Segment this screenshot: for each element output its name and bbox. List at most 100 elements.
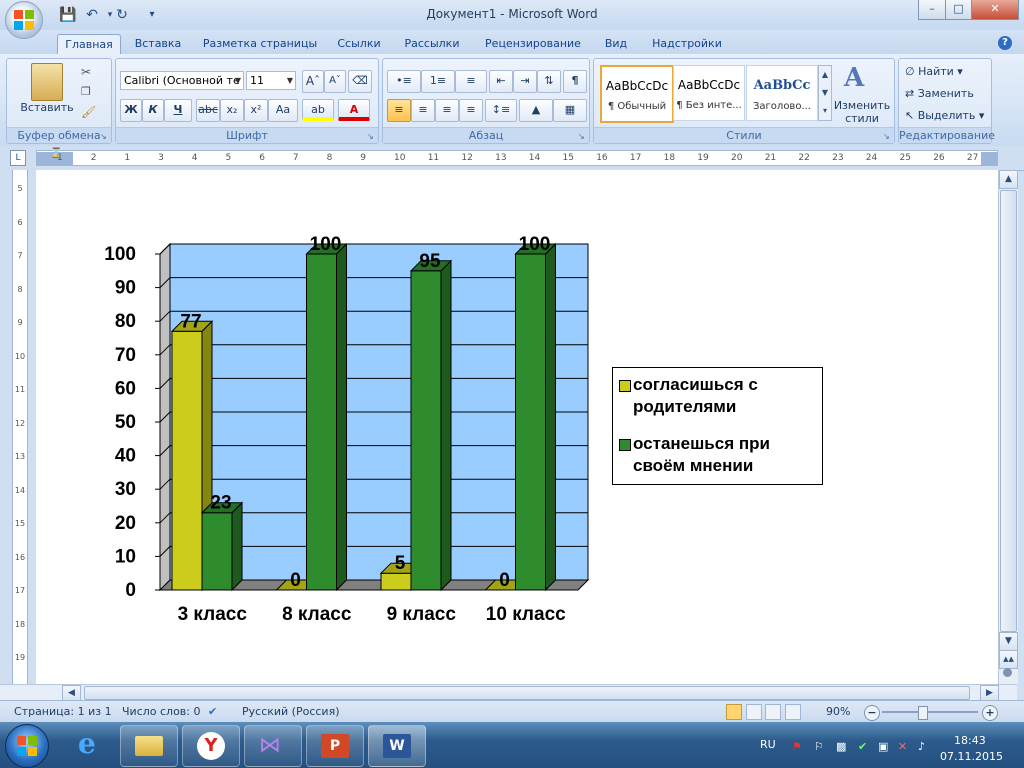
maximize-button[interactable]: □ xyxy=(945,0,972,20)
decrease-indent-icon[interactable]: ⇤ xyxy=(489,70,513,93)
scroll-up-icon[interactable]: ▲ xyxy=(999,170,1018,189)
increase-indent-icon[interactable]: ⇥ xyxy=(513,70,537,93)
customize-qat-icon[interactable]: ▾ xyxy=(142,6,162,24)
font-name-select[interactable]: Calibri (Основной те ▼ xyxy=(120,71,244,90)
bullets-icon[interactable]: •≡ xyxy=(387,70,421,93)
office-button[interactable] xyxy=(5,1,43,39)
paragraph-launcher-icon[interactable]: ↘ xyxy=(578,132,587,141)
shrink-font-icon[interactable]: Aˇ xyxy=(324,70,346,93)
font-color-icon[interactable]: A xyxy=(338,99,370,121)
change-styles-icon[interactable]: A xyxy=(844,63,864,93)
zoom-in-icon[interactable]: + xyxy=(982,705,998,721)
change-case-button[interactable]: Aa xyxy=(268,99,298,122)
network-error-icon[interactable]: ✕ xyxy=(898,740,907,753)
justify-icon[interactable]: ≡ xyxy=(459,99,483,122)
line-spacing-icon[interactable]: ↕≡ xyxy=(485,99,517,122)
bold-button[interactable]: Ж xyxy=(120,99,142,122)
hscroll-thumb[interactable] xyxy=(84,686,970,700)
scroll-left-icon[interactable]: ◀ xyxy=(62,685,81,701)
tab-references[interactable]: Ссылки xyxy=(332,34,386,54)
page-count[interactable]: Страница: 1 из 1 xyxy=(14,705,112,718)
highlight-icon[interactable]: ab xyxy=(302,99,334,121)
tab-selector-icon[interactable]: L xyxy=(10,150,26,166)
input-language[interactable]: RU xyxy=(760,738,776,751)
sort-icon[interactable]: ⇅ xyxy=(537,70,561,93)
browse-object-icon[interactable] xyxy=(1003,668,1012,677)
network-icon[interactable]: ▩ xyxy=(836,740,846,753)
ie-icon[interactable]: e xyxy=(62,724,118,764)
borders-icon[interactable]: ▦ xyxy=(553,99,587,122)
format-painter-icon[interactable]: 🖌 xyxy=(81,105,96,119)
web-layout-icon[interactable] xyxy=(765,704,781,720)
zoom-slider[interactable] xyxy=(882,711,978,713)
powerpoint-icon[interactable]: P xyxy=(306,725,364,767)
scroll-down-icon[interactable]: ▼ xyxy=(999,632,1018,651)
styles-launcher-icon[interactable]: ↘ xyxy=(883,132,892,141)
close-button[interactable]: ✕ xyxy=(971,0,1019,20)
change-styles-button[interactable]: Изменить стили xyxy=(832,99,892,125)
vertical-ruler[interactable]: 5 6 7 8 9 10 11 12 13 14 15 16 17 18 19 xyxy=(0,170,36,684)
paste-button[interactable]: Вставить xyxy=(15,101,79,114)
replace-button[interactable]: ⇄ Заменить xyxy=(905,87,974,100)
style-no-spacing[interactable]: AaBbCcDc ¶ Без инте... xyxy=(673,65,745,121)
prev-page-icon[interactable]: ▲▲ xyxy=(999,650,1018,669)
select-button[interactable]: ↖ Выделить ▾ xyxy=(905,109,984,122)
paste-icon[interactable] xyxy=(31,63,63,101)
outline-icon[interactable] xyxy=(784,704,801,720)
proofing-icon[interactable]: ✔ xyxy=(208,705,217,718)
horizontal-ruler[interactable]: L 1 2 1 3 4 5 6 7 8 9 10 11 12 13 14 15 16 17 18 19 20 21 22 23… xyxy=(0,146,1024,171)
font-size-select[interactable]: 11 ▼ xyxy=(246,71,296,90)
font-launcher-icon[interactable]: ↘ xyxy=(367,132,376,141)
redo-icon[interactable]: ↻ xyxy=(112,6,132,24)
clock-date[interactable]: 07.11.2015 xyxy=(940,750,1003,763)
tab-view[interactable]: Вид xyxy=(598,34,634,54)
copy-icon[interactable]: ❐ xyxy=(81,85,91,98)
align-right-icon[interactable]: ≡ xyxy=(435,99,459,122)
scroll-thumb[interactable] xyxy=(1000,190,1017,632)
italic-button[interactable]: К xyxy=(142,99,164,122)
volume-icon[interactable]: ♪ xyxy=(918,740,925,753)
styles-scroll[interactable]: ▲ ▼ ▾ xyxy=(818,65,832,121)
subscript-button[interactable]: x₂ xyxy=(220,99,244,122)
update-icon[interactable]: ✔ xyxy=(858,740,867,753)
shading-icon[interactable]: ▲ xyxy=(519,99,553,122)
style-normal[interactable]: AaBbCcDc ¶ Обычный xyxy=(600,65,674,123)
explorer-icon[interactable] xyxy=(120,725,178,767)
multilevel-list-icon[interactable]: ≡ xyxy=(455,70,487,93)
tab-home[interactable]: Главная xyxy=(57,34,121,55)
horizontal-scrollbar[interactable]: ◀ ▶ xyxy=(0,684,1017,701)
zoom-level[interactable]: 90% xyxy=(826,705,850,718)
superscript-button[interactable]: x² xyxy=(244,99,268,122)
clock-time[interactable]: 18:43 xyxy=(954,734,986,747)
word-icon[interactable]: W xyxy=(368,725,426,767)
align-left-icon[interactable]: ≡ xyxy=(387,99,411,122)
find-button[interactable]: ∅ Найти ▾ xyxy=(905,65,963,78)
align-center-icon[interactable]: ≡ xyxy=(411,99,435,122)
tab-review[interactable]: Рецензирование xyxy=(478,34,588,54)
numbering-icon[interactable]: 1≡ xyxy=(421,70,455,93)
yandex-browser-icon[interactable]: Y xyxy=(182,725,240,767)
help-icon[interactable]: ? xyxy=(998,36,1012,50)
print-layout-icon[interactable] xyxy=(726,704,742,720)
grow-font-icon[interactable]: Aˆ xyxy=(302,70,324,93)
strikethrough-button[interactable]: abc xyxy=(196,99,220,122)
indent-marker-icon[interactable]: ⌛ xyxy=(50,148,62,159)
bar-chart[interactable]: 010203040506070809010077233 класс01008 к… xyxy=(100,215,600,625)
tab-insert[interactable]: Вставка xyxy=(128,34,188,54)
zoom-out-icon[interactable]: − xyxy=(864,705,880,721)
underline-button[interactable]: Ч xyxy=(164,99,192,122)
scroll-right-icon[interactable]: ▶ xyxy=(980,685,999,701)
undo-icon[interactable]: ↶ xyxy=(82,6,102,24)
zoom-slider-thumb[interactable] xyxy=(918,706,928,720)
style-heading1[interactable]: AaBbCc Заголово... xyxy=(746,65,818,121)
tab-page-layout[interactable]: Разметка страницы xyxy=(198,34,322,54)
full-screen-icon[interactable] xyxy=(745,704,762,720)
save-icon[interactable]: 💾 xyxy=(58,6,78,24)
start-button[interactable] xyxy=(5,724,49,768)
tab-mailings[interactable]: Рассылки xyxy=(396,34,468,54)
tab-addins[interactable]: Надстройки xyxy=(644,34,730,54)
vertical-scrollbar[interactable]: ▲ ▼ ▲▲ xyxy=(998,170,1018,684)
cut-icon[interactable]: ✂ xyxy=(81,65,91,79)
language-indicator[interactable]: Русский (Россия) xyxy=(242,705,340,718)
clipboard-launcher-icon[interactable]: ↘ xyxy=(100,132,109,141)
